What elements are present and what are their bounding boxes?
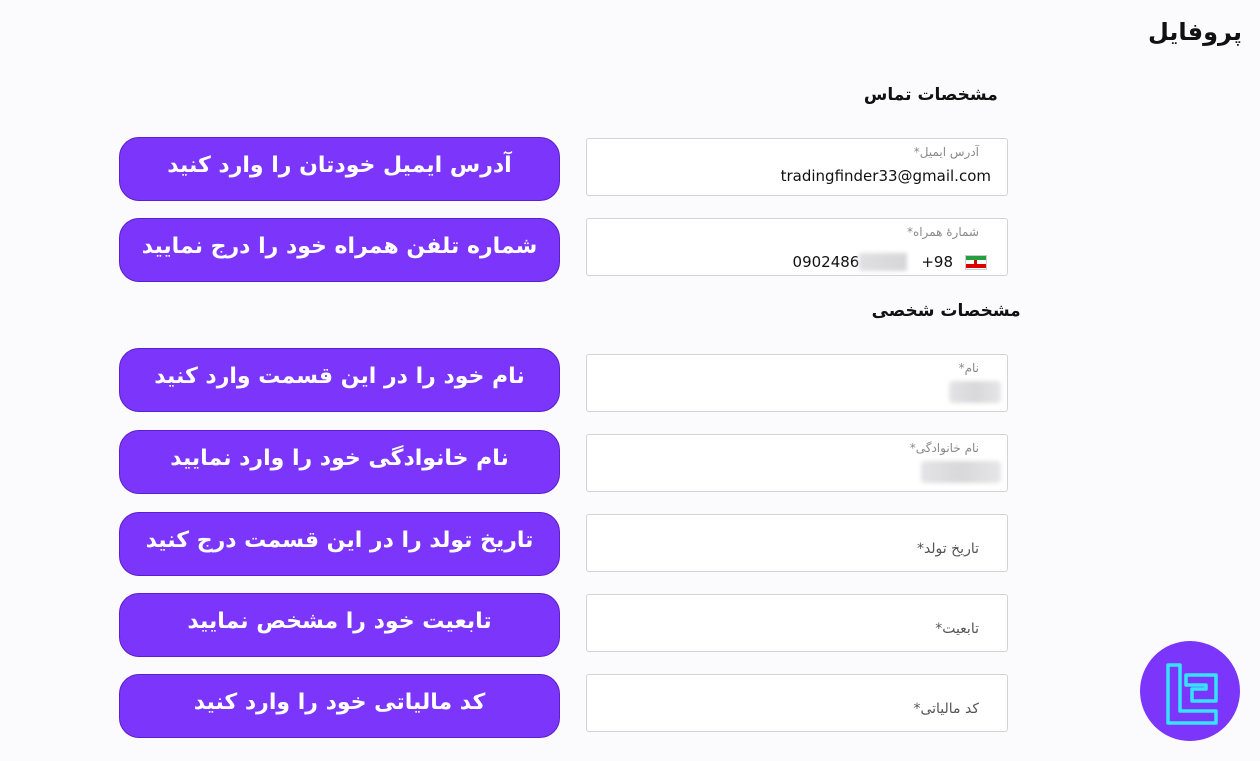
callout-tax-code: کد مالیاتی خود را وارد کنید xyxy=(119,674,560,738)
phone-redacted xyxy=(859,253,908,271)
first-name-redacted xyxy=(949,381,1001,403)
callout-nationality: تابعیت خود را مشخص نمایید xyxy=(119,593,560,657)
tax-code-label: کد مالیاتی* xyxy=(913,701,979,717)
first-name-label: نام* xyxy=(958,361,979,375)
callout-phone: شماره تلفن همراه خود را درج نمایید xyxy=(119,218,560,282)
callout-first-name: نام خود را در این قسمت وارد کنید xyxy=(119,348,560,412)
country-code: +98 xyxy=(921,253,953,271)
callout-email: آدرس ایمیل خودتان را وارد کنید xyxy=(119,137,560,201)
phone-number: 0902486 xyxy=(792,253,860,271)
tradingfinder-logo-icon xyxy=(1140,641,1240,741)
email-value: tradingfinder33@gmail.com xyxy=(780,167,991,185)
first-name-field[interactable]: نام* xyxy=(586,354,1008,412)
callout-last-name: نام خانوادگی خود را وارد نمایید xyxy=(119,430,560,494)
email-label: آدرس ایمیل* xyxy=(913,145,979,159)
email-field[interactable]: آدرس ایمیل* tradingfinder33@gmail.com xyxy=(586,138,1008,196)
last-name-label: نام خانوادگی* xyxy=(909,441,979,455)
section-title-personal: مشخصات شخصی xyxy=(871,301,1021,321)
nationality-label: تابعیت* xyxy=(935,621,979,637)
callout-birth-date: تاریخ تولد را در این قسمت درج کنید xyxy=(119,512,560,576)
nationality-field[interactable]: تابعیت* xyxy=(586,594,1008,652)
iran-flag-icon[interactable] xyxy=(965,254,987,270)
tax-code-field[interactable]: کد مالیاتی* xyxy=(586,674,1008,732)
last-name-redacted xyxy=(921,461,1001,483)
phone-input-row: 0902486 +98 xyxy=(793,252,987,272)
section-title-contact: مشخصات تماس xyxy=(863,85,998,105)
birth-date-label: تاریخ تولد* xyxy=(916,541,979,557)
phone-label: شمارهٔ همراه* xyxy=(906,225,979,239)
phone-field[interactable]: شمارهٔ همراه* 0902486 +98 xyxy=(586,218,1008,276)
page-title: پروفایل xyxy=(1147,18,1242,46)
birth-date-field[interactable]: تاریخ تولد* xyxy=(586,514,1008,572)
last-name-field[interactable]: نام خانوادگی* xyxy=(586,434,1008,492)
